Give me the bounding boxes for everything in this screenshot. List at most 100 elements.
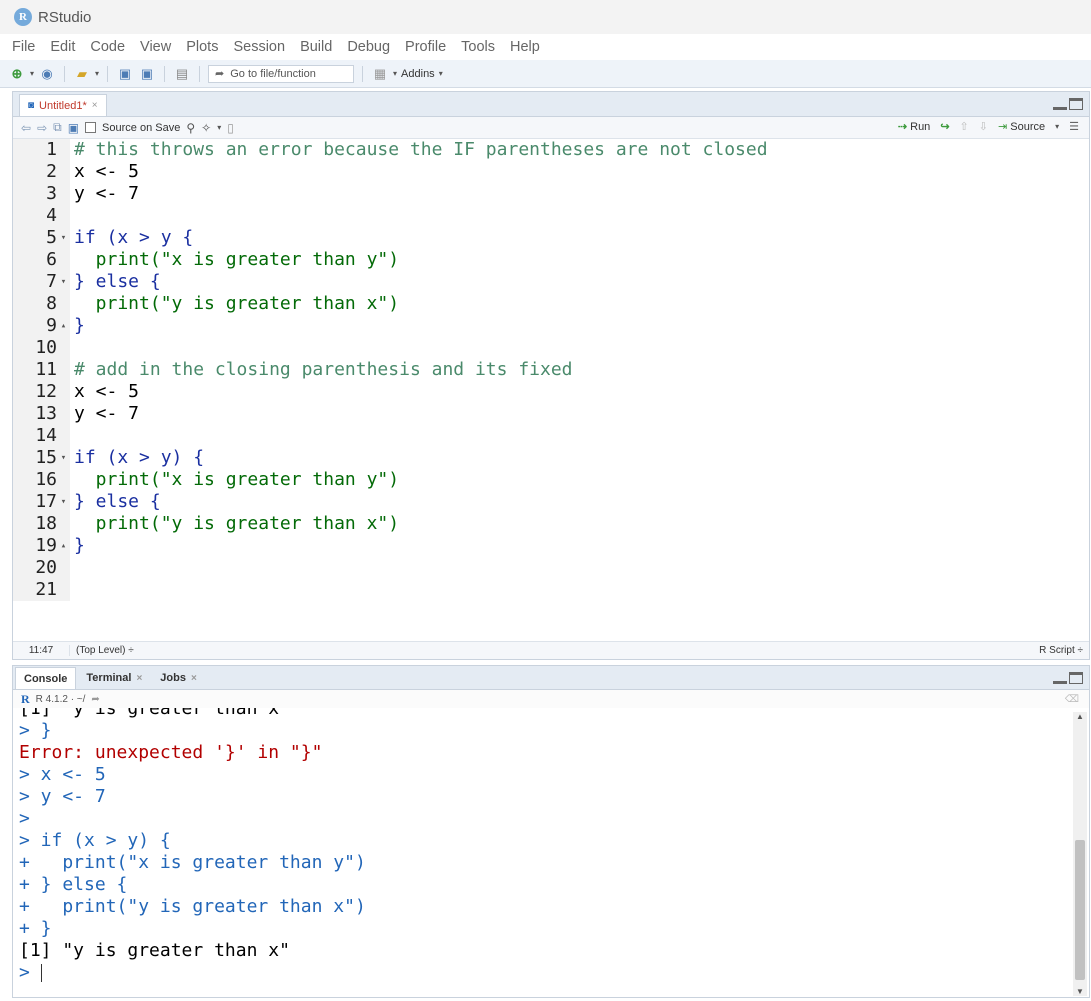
save-all-icon[interactable]: ▣ xyxy=(138,66,156,82)
new-file-icon[interactable]: ⊕ xyxy=(8,66,26,82)
search-icon[interactable]: ⚲ xyxy=(186,121,195,135)
go-to-directory-icon[interactable]: ➦ xyxy=(91,694,99,705)
new-file-dropdown-icon[interactable]: ▾ xyxy=(30,69,34,78)
console-prompt: > xyxy=(19,962,41,983)
save-icon[interactable]: ▣ xyxy=(68,121,79,135)
toolbar-divider xyxy=(64,65,66,82)
print-icon[interactable]: ▤ xyxy=(173,66,191,82)
line-number: 13 xyxy=(13,403,57,425)
tab-label: Untitled1* xyxy=(39,99,87,112)
scroll-up-icon[interactable]: ▲ xyxy=(1076,712,1084,721)
close-tab-icon[interactable]: × xyxy=(136,673,142,684)
clear-console-icon[interactable]: ⌫ xyxy=(1065,694,1079,705)
fold-toggle-icon[interactable]: ▾ xyxy=(57,271,70,293)
fold-toggle-icon[interactable]: ▾ xyxy=(57,491,70,513)
show-in-window-icon[interactable]: ⧉ xyxy=(53,120,62,135)
menu-profile[interactable]: Profile xyxy=(405,39,446,55)
line-number: 19 xyxy=(13,535,57,557)
code-tools-dropdown-icon[interactable]: ▾ xyxy=(217,123,221,132)
menu-file[interactable]: File xyxy=(12,39,35,55)
source-window-controls xyxy=(1053,98,1083,110)
line-number: 18 xyxy=(13,513,57,535)
code-text: } else { xyxy=(74,271,161,292)
line-number: 15 xyxy=(13,447,57,469)
new-project-icon[interactable]: ◉ xyxy=(38,66,56,82)
back-icon[interactable]: ⇦ xyxy=(21,121,31,135)
line-number: 16 xyxy=(13,469,57,491)
open-recent-dropdown-icon[interactable]: ▾ xyxy=(95,69,99,78)
pane-layout-dropdown-icon[interactable]: ▾ xyxy=(393,69,397,78)
code-tools-wand-icon[interactable]: ✧ xyxy=(201,121,211,135)
document-outline-icon[interactable]: ☰ xyxy=(1069,120,1079,133)
menu-build[interactable]: Build xyxy=(300,39,332,55)
main-toolbar: ⊕ ▾ ◉ ▰ ▾ ▣ ▣ ▤ ➦ Go to file/function ▦ … xyxy=(0,60,1091,88)
save-icon[interactable]: ▣ xyxy=(116,66,134,82)
console-prompt-line[interactable]: > xyxy=(13,962,1071,984)
minimize-pane-icon[interactable] xyxy=(1053,98,1067,110)
minimize-pane-icon[interactable] xyxy=(1053,672,1067,684)
menu-view[interactable]: View xyxy=(140,39,171,55)
code-line: 19 ▴} xyxy=(13,535,1089,557)
toolbar-divider xyxy=(107,65,109,82)
source-dropdown-icon[interactable]: ▾ xyxy=(1055,122,1059,131)
console-line: + } xyxy=(19,918,52,939)
code-line: 9 ▴} xyxy=(13,315,1089,337)
menu-help[interactable]: Help xyxy=(510,39,540,55)
tab-terminal[interactable]: Terminal × xyxy=(78,667,150,689)
open-file-icon[interactable]: ▰ xyxy=(73,66,91,82)
line-number: 3 xyxy=(13,183,57,205)
source-on-save-checkbox[interactable] xyxy=(85,122,97,133)
source-button[interactable]: ⇥ Source xyxy=(998,120,1045,133)
scroll-down-icon[interactable]: ▼ xyxy=(1076,987,1084,996)
menu-tools[interactable]: Tools xyxy=(461,39,495,55)
line-number: 6 xyxy=(13,249,57,271)
fold-toggle-icon[interactable]: ▾ xyxy=(57,227,70,249)
close-tab-icon[interactable]: × xyxy=(92,100,98,111)
console-scrollbar[interactable]: ▲ ▼ xyxy=(1073,712,1087,996)
editor-status-bar: 11:47 (Top Level) ÷ R Script ÷ xyxy=(13,641,1089,659)
console-line: + } else { xyxy=(19,874,128,895)
menu-session[interactable]: Session xyxy=(233,39,285,55)
code-line: 11 # add in the closing parenthesis and i… xyxy=(13,359,1089,381)
scroll-thumb[interactable] xyxy=(1075,840,1085,980)
fold-toggle-icon[interactable]: ▾ xyxy=(57,447,70,469)
code-text: } xyxy=(74,315,85,336)
pane-layout-icon[interactable]: ▦ xyxy=(371,66,389,82)
maximize-pane-icon[interactable] xyxy=(1069,672,1083,684)
fold-toggle-icon[interactable]: ▴ xyxy=(57,535,70,557)
console-output[interactable]: [1] "y is greater than x" > } Error: une… xyxy=(13,708,1071,997)
toolbar-divider xyxy=(199,65,201,82)
addins-dropdown-icon[interactable]: ▾ xyxy=(439,69,443,78)
tab-console[interactable]: Console xyxy=(15,667,77,689)
rerun-icon[interactable]: ↪ xyxy=(940,120,949,133)
code-editor[interactable]: 1 # this throws an error because the IF p… xyxy=(13,139,1089,643)
go-down-icon[interactable]: ⇩ xyxy=(979,120,988,133)
scope-selector[interactable]: (Top Level) ÷ xyxy=(70,645,134,656)
run-label: Run xyxy=(910,121,931,133)
run-button[interactable]: ⇢ Run xyxy=(898,120,930,133)
fold-toggle-icon[interactable]: ▴ xyxy=(57,315,70,337)
tab-jobs[interactable]: Jobs × xyxy=(152,667,205,689)
tab-untitled1[interactable]: ◙ Untitled1* × xyxy=(19,94,107,116)
menu-edit[interactable]: Edit xyxy=(50,39,75,55)
go-up-icon[interactable]: ⇧ xyxy=(960,120,969,133)
code-lines: 1 # this throws an error because the IF p… xyxy=(13,139,1089,643)
forward-icon[interactable]: ⇨ xyxy=(37,121,47,135)
addins-menu[interactable]: Addins xyxy=(401,68,435,80)
file-type-selector[interactable]: R Script ÷ xyxy=(1039,645,1083,656)
maximize-pane-icon[interactable] xyxy=(1069,98,1083,110)
code-text: if (x > y) { xyxy=(74,447,205,468)
goto-file-function-input[interactable]: ➦ Go to file/function xyxy=(208,64,355,83)
menu-plots[interactable]: Plots xyxy=(186,39,218,55)
line-number: 10 xyxy=(13,337,57,359)
compile-report-icon[interactable]: ▯ xyxy=(227,121,234,135)
code-line: 8 print("y is greater than x") xyxy=(13,293,1089,315)
source-arrow-icon: ⇥ xyxy=(997,121,1008,133)
menu-debug[interactable]: Debug xyxy=(347,39,390,55)
line-number: 9 xyxy=(13,315,57,337)
menu-code[interactable]: Code xyxy=(90,39,125,55)
close-tab-icon[interactable]: × xyxy=(191,673,197,684)
line-number: 4 xyxy=(13,205,57,227)
